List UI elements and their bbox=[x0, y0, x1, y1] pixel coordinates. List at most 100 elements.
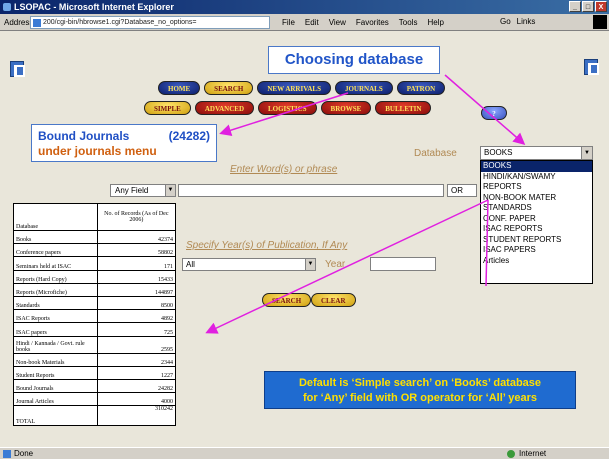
table-row: Student Reports 1227 bbox=[13, 365, 177, 380]
site-logo-icon-left bbox=[10, 61, 25, 77]
records-table: Database No. of Records (As of Dec 2006)… bbox=[13, 203, 177, 427]
clear-button[interactable]: CLEAR bbox=[311, 293, 356, 307]
table-cell-count: 15433 bbox=[96, 269, 177, 284]
table-cell-database: Non-book Materials bbox=[13, 352, 98, 367]
field-select[interactable]: Any Field ▼ bbox=[110, 184, 176, 197]
main-nav: HOME SEARCH NEW ARRIVALS JOURNALS PATRON bbox=[158, 81, 446, 95]
year-label: Specify Year(s) of Publication, If Any bbox=[186, 240, 348, 251]
table-row: Bound Journals 24282 bbox=[13, 378, 177, 394]
tab-advanced[interactable]: ADVANCED bbox=[194, 101, 254, 115]
db-option-articles[interactable]: Articles bbox=[481, 256, 592, 267]
window-title: LSOPAC - Microsoft Internet Explorer bbox=[14, 2, 174, 12]
help-button[interactable]: ? bbox=[481, 106, 507, 120]
table-cell-database: Hindi / Kannada / Govt. rule books bbox=[13, 335, 98, 354]
table-cell-database: Reports (Hard Copy) bbox=[13, 269, 98, 284]
maximize-button[interactable]: □ bbox=[582, 1, 594, 12]
windows-logo-icon bbox=[593, 15, 607, 29]
nav-journals-button[interactable]: JOURNALS bbox=[334, 81, 393, 95]
table-row: Standards 8500 bbox=[13, 295, 177, 311]
address-bar: Address 200/cgi-bin/hbrowse1.cgi?Databas… bbox=[0, 14, 609, 31]
table-total-row: TOTAL 310242 bbox=[13, 405, 177, 427]
table-header-row: Database No. of Records (As of Dec 2006) bbox=[13, 203, 177, 231]
table-cell-count: 4000 bbox=[96, 392, 177, 407]
db-option-standards[interactable]: STANDARDS bbox=[481, 203, 592, 214]
search-phrase-input[interactable] bbox=[178, 184, 444, 197]
menu-help[interactable]: Help bbox=[427, 18, 443, 27]
db-option-isac-reports[interactable]: ISAC REPORTS bbox=[481, 224, 592, 235]
tab-simple[interactable]: SIMPLE bbox=[144, 101, 191, 115]
page-icon bbox=[33, 19, 41, 27]
tab-bulletin[interactable]: BULLETIN bbox=[375, 101, 432, 115]
db-option-non-book[interactable]: NON-BOOK MATER bbox=[481, 193, 592, 204]
search-button[interactable]: SEARCH bbox=[262, 293, 312, 307]
chevron-down-icon[interactable]: ▼ bbox=[165, 185, 175, 196]
year-text-label: Year bbox=[325, 259, 346, 270]
table-row: Seminars held at ISAC 171 bbox=[13, 256, 177, 271]
address-label: Address bbox=[4, 18, 34, 27]
db-option-student-reports[interactable]: STUDENT REPORTS bbox=[481, 235, 592, 246]
table-cell-database: ISAC Reports bbox=[13, 309, 98, 324]
table-row: Hindi / Kannada / Govt. rule books 2595 bbox=[13, 335, 177, 354]
table-cell-count: 8500 bbox=[96, 295, 177, 311]
tab-browse[interactable]: BROWSE bbox=[320, 101, 372, 115]
status-text: Done bbox=[14, 449, 34, 458]
db-option-reports[interactable]: REPORTS bbox=[481, 182, 592, 193]
page-content: HOME SEARCH NEW ARRIVALS JOURNALS PATRON… bbox=[0, 31, 609, 447]
table-row: Conference papers 58802 bbox=[13, 243, 177, 258]
db-option-hindi[interactable]: HINDI/KAN/SWAMY bbox=[481, 172, 592, 183]
table-cell-database: Seminars held at ISAC bbox=[13, 256, 98, 271]
table-cell-database: Student Reports bbox=[13, 365, 98, 380]
address-input[interactable]: 200/cgi-bin/hbrowse1.cgi?Database_no_opt… bbox=[30, 16, 270, 29]
chevron-down-icon[interactable]: ▼ bbox=[305, 259, 315, 270]
window-controls: _ □ X bbox=[569, 1, 607, 12]
menu-view[interactable]: View bbox=[329, 18, 346, 27]
table-cell-database: ISAC papers bbox=[13, 322, 98, 337]
table-row: Non-book Materials 2344 bbox=[13, 352, 177, 367]
menu-bar: File Edit View Favorites Tools Help bbox=[282, 18, 444, 27]
year-input[interactable] bbox=[370, 257, 436, 271]
bound-journals-title: Bound Journals bbox=[38, 129, 130, 143]
table-cell-database: Journal Articles bbox=[13, 392, 98, 407]
menu-file[interactable]: File bbox=[282, 18, 295, 27]
close-button[interactable]: X bbox=[595, 1, 607, 12]
table-row: Journal Articles 4000 bbox=[13, 392, 177, 407]
nav-home-button[interactable]: HOME bbox=[158, 81, 201, 95]
bound-journals-count: (24282) bbox=[168, 129, 210, 143]
search-type-nav: SIMPLE ADVANCED LOGISTICS BROWSE BULLETI… bbox=[144, 101, 432, 115]
links-button[interactable]: Links bbox=[517, 17, 536, 26]
table-header-records: No. of Records (As of Dec 2006) bbox=[96, 203, 177, 231]
nav-search-button[interactable]: SEARCH bbox=[204, 81, 254, 95]
nav-new-arrivals-button[interactable]: NEW ARRIVALS bbox=[257, 81, 331, 95]
go-button[interactable]: Go bbox=[500, 17, 511, 26]
status-bar: Done Internet bbox=[0, 447, 609, 459]
table-cell-count: 2344 bbox=[96, 352, 177, 367]
table-row: ISAC Reports 4892 bbox=[13, 309, 177, 324]
table-cell-count: 1227 bbox=[96, 365, 177, 380]
menu-tools[interactable]: Tools bbox=[399, 18, 418, 27]
nav-patron-button[interactable]: PATRON bbox=[396, 81, 446, 95]
table-cell-database: Reports (Microfiche) bbox=[13, 282, 98, 297]
table-header-database: Database bbox=[13, 203, 98, 231]
database-select[interactable]: BOOKS ▼ bbox=[480, 146, 593, 160]
db-option-conf-paper[interactable]: CONF. PAPER bbox=[481, 214, 592, 225]
db-option-isac-papers[interactable]: ISAC PAPERS bbox=[481, 245, 592, 256]
ie-icon bbox=[3, 3, 11, 11]
tab-logistics[interactable]: LOGISTICS bbox=[258, 101, 317, 115]
db-option-books[interactable]: BOOKS bbox=[481, 161, 592, 172]
database-dropdown-list: BOOKS HINDI/KAN/SWAMY REPORTS NON-BOOK M… bbox=[480, 160, 593, 284]
chevron-down-icon[interactable]: ▼ bbox=[581, 147, 592, 159]
default-line-2: for ‘Any’ field with OR operator for ‘Al… bbox=[302, 392, 538, 404]
operator-select[interactable]: OR bbox=[447, 184, 477, 197]
internet-zone-icon bbox=[507, 450, 515, 458]
table-cell-count: 171 bbox=[96, 256, 177, 271]
table-cell-count: 2595 bbox=[96, 335, 177, 354]
address-url: 200/cgi-bin/hbrowse1.cgi?Database_no_opt… bbox=[43, 19, 197, 26]
table-cell-count: 725 bbox=[96, 322, 177, 337]
menu-favorites[interactable]: Favorites bbox=[356, 18, 389, 27]
database-label: Database bbox=[414, 148, 457, 159]
table-total-label: TOTAL bbox=[13, 405, 98, 427]
table-row: Books 42374 bbox=[13, 229, 177, 245]
menu-edit[interactable]: Edit bbox=[305, 18, 319, 27]
minimize-button[interactable]: _ bbox=[569, 1, 581, 12]
year-range-select[interactable]: All ▼ bbox=[182, 258, 316, 271]
